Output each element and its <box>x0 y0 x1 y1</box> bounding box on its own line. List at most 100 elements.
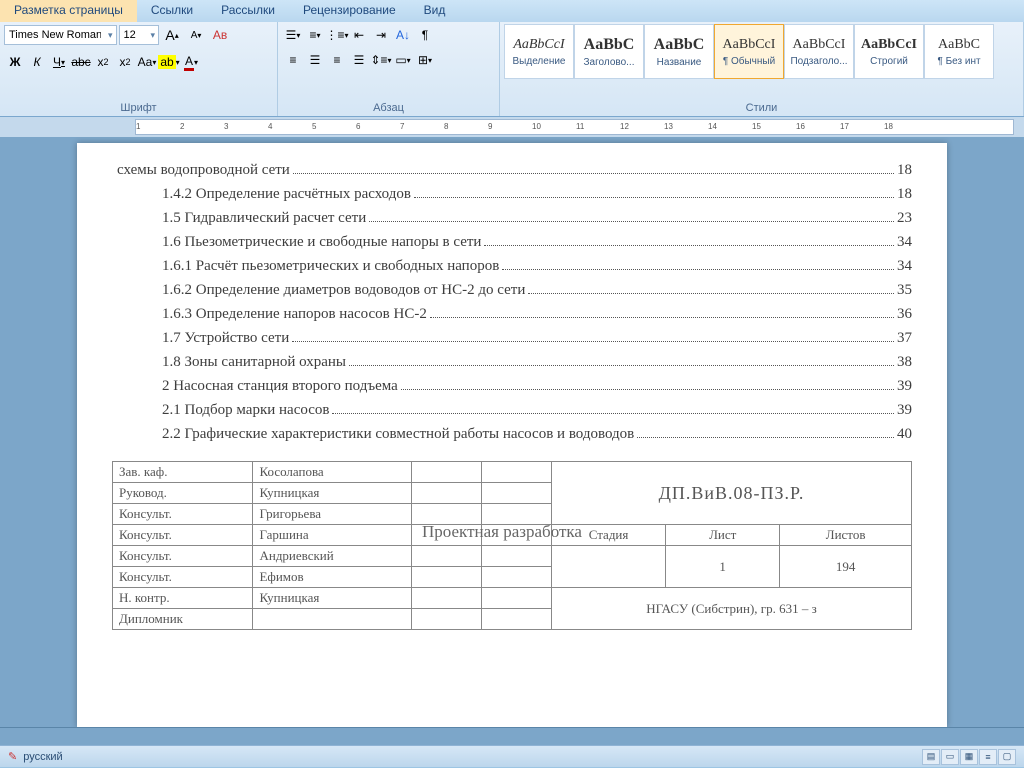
align-left-button[interactable]: ≡ <box>282 49 304 71</box>
tab-review[interactable]: Рецензирование <box>289 0 410 22</box>
view-outline[interactable]: ≡ <box>979 749 997 765</box>
font-name-input[interactable] <box>5 29 105 41</box>
bold-button[interactable]: Ж <box>4 51 26 73</box>
underline-button[interactable]: Ч▾ <box>48 51 70 73</box>
toc-leader-dots <box>293 173 894 174</box>
toc-line[interactable]: 1.5 Гидравлический расчет сети23 <box>112 210 912 227</box>
stamp-role: Консульт. <box>113 546 253 567</box>
borders-button[interactable]: ⊞▾ <box>414 49 436 71</box>
bullets-button[interactable]: ☰▾ <box>282 24 304 46</box>
numbering-button[interactable]: ≡▾ <box>304 24 326 46</box>
status-language[interactable]: русский <box>23 751 62 763</box>
view-print-layout[interactable]: ▤ <box>922 749 940 765</box>
view-web-layout[interactable]: ▦ <box>960 749 978 765</box>
subscript-button[interactable]: x2 <box>92 51 114 73</box>
chevron-down-icon[interactable]: ▾ <box>105 30 116 41</box>
decrease-indent-button[interactable]: ⇤ <box>348 24 370 46</box>
tab-mailings[interactable]: Рассылки <box>207 0 289 22</box>
change-case-button[interactable]: Aa▾ <box>136 51 158 73</box>
ruler-tick: 13 <box>664 122 673 131</box>
toc-page-number: 34 <box>897 234 912 251</box>
ruler-tick: 15 <box>752 122 761 131</box>
toc-line[interactable]: 2 Насосная станция второго подъема39 <box>112 378 912 395</box>
style-normal[interactable]: AaBbCcI¶ Обычный <box>714 24 784 79</box>
stamp-sign <box>411 462 481 483</box>
toc-leader-dots <box>349 365 894 366</box>
font-color-button[interactable]: A▾ <box>180 51 202 73</box>
toc-leader-dots <box>484 245 894 246</box>
font-name-combo[interactable]: ▾ <box>4 25 117 45</box>
toc-line[interactable]: 1.6.3 Определение напоров насосов НС-236 <box>112 306 912 323</box>
font-size-combo[interactable]: ▾ <box>119 25 160 45</box>
toc-line[interactable]: 2.2 Графические характеристики совместно… <box>112 426 912 443</box>
ruler[interactable]: 123456789101112131415161718 <box>0 117 1024 137</box>
tab-view[interactable]: Вид <box>410 0 460 22</box>
multilevel-list-button[interactable]: ⋮≡▾ <box>326 24 348 46</box>
toc-leader-dots <box>292 341 894 342</box>
highlight-button[interactable]: ab▾ <box>158 51 180 73</box>
toc-text: 1.5 Гидравлический расчет сети <box>162 210 366 227</box>
document-area[interactable]: схемы водопроводной сети18 1.4.2 Определе… <box>0 137 1024 727</box>
toc-line[interactable]: 1.6.1 Расчёт пьезометрических и свободны… <box>112 258 912 275</box>
justify-button[interactable]: ☰ <box>348 49 370 71</box>
style-subtitle[interactable]: AaBbCcIПодзаголо... <box>784 24 854 79</box>
group-paragraph-label: Абзац <box>282 101 495 115</box>
stamp-name: Купницкая <box>253 483 411 504</box>
toc-leader-dots <box>528 293 894 294</box>
ruler-tick: 12 <box>620 122 629 131</box>
style-heading1[interactable]: AaBbCЗаголово... <box>574 24 644 79</box>
style-title[interactable]: AaBbCНазвание <box>644 24 714 79</box>
stamp-role: Зав. каф. <box>113 462 253 483</box>
sort-button[interactable]: A↓ <box>392 24 414 46</box>
grow-font-button[interactable]: A▴ <box>161 24 183 46</box>
stamp-role: Дипломник <box>113 609 253 630</box>
style-strong[interactable]: AaBbCcIСтрогий <box>854 24 924 79</box>
status-bar: ✎ русский ▤ ▭ ▦ ≡ ▢ <box>0 745 1024 767</box>
stamp-role: Н. контр. <box>113 588 253 609</box>
toc-line[interactable]: 1.6 Пьезометрические и свободные напоры … <box>112 234 912 251</box>
view-draft[interactable]: ▢ <box>998 749 1016 765</box>
stamp-stage <box>551 546 665 588</box>
stamp-sheet-header: Лист <box>666 525 780 546</box>
strikethrough-button[interactable]: abc <box>70 51 92 73</box>
toc-page-number: 18 <box>897 186 912 203</box>
font-size-input[interactable] <box>120 29 148 41</box>
toc-line[interactable]: 1.6.2 Определение диаметров водоводов от… <box>112 282 912 299</box>
increase-indent-button[interactable]: ⇥ <box>370 24 392 46</box>
group-font: ▾ ▾ A▴ A▾ Aʙ Ж К Ч▾ abc x2 x2 Aa▾ ab▾ A▾ <box>0 22 278 116</box>
ruler-tick: 5 <box>312 122 316 131</box>
toc-page-number: 37 <box>897 330 912 347</box>
ruler-tick: 2 <box>180 122 184 131</box>
chevron-down-icon[interactable]: ▾ <box>148 30 159 41</box>
toc-text: 1.8 Зоны санитарной охраны <box>162 354 346 371</box>
show-marks-button[interactable]: ¶ <box>414 24 436 46</box>
superscript-button[interactable]: x2 <box>114 51 136 73</box>
group-styles-label: Стили <box>504 101 1019 115</box>
align-right-button[interactable]: ≡ <box>326 49 348 71</box>
toc-line[interactable]: 2.1 Подбор марки насосов39 <box>112 402 912 419</box>
style-nospacing[interactable]: AaBbC¶ Без инт <box>924 24 994 79</box>
toc-line[interactable]: 1.8 Зоны санитарной охраны38 <box>112 354 912 371</box>
stamp-date <box>481 462 551 483</box>
italic-button[interactable]: К <box>26 51 48 73</box>
stamp-name: Андриевский <box>253 546 411 567</box>
shading-button[interactable]: ▭▾ <box>392 49 414 71</box>
ribbon-tabs: Разметка страницы Ссылки Рассылки Реценз… <box>0 0 1024 22</box>
toc-line[interactable]: схемы водопроводной сети18 <box>112 162 912 179</box>
line-spacing-button[interactable]: ⇕≡▾ <box>370 49 392 71</box>
toc-line[interactable]: 1.4.2 Определение расчётных расходов18 <box>112 186 912 203</box>
toc-line[interactable]: 1.7 Устройство сети37 <box>112 330 912 347</box>
stamp-name <box>253 609 411 630</box>
tab-page-layout[interactable]: Разметка страницы <box>0 0 137 22</box>
toc-leader-dots <box>502 269 894 270</box>
spell-check-icon[interactable]: ✎ <box>8 750 17 763</box>
shrink-font-button[interactable]: A▾ <box>185 24 207 46</box>
style-emphasis[interactable]: AaBbCcIВыделение <box>504 24 574 79</box>
stamp-role: Консульт. <box>113 525 253 546</box>
align-center-button[interactable]: ☰ <box>304 49 326 71</box>
view-full-screen[interactable]: ▭ <box>941 749 959 765</box>
tab-references[interactable]: Ссылки <box>137 0 207 22</box>
page[interactable]: схемы водопроводной сети18 1.4.2 Определе… <box>77 143 947 727</box>
clear-formatting-button[interactable]: Aʙ <box>209 24 231 46</box>
ruler-tick: 9 <box>488 122 492 131</box>
